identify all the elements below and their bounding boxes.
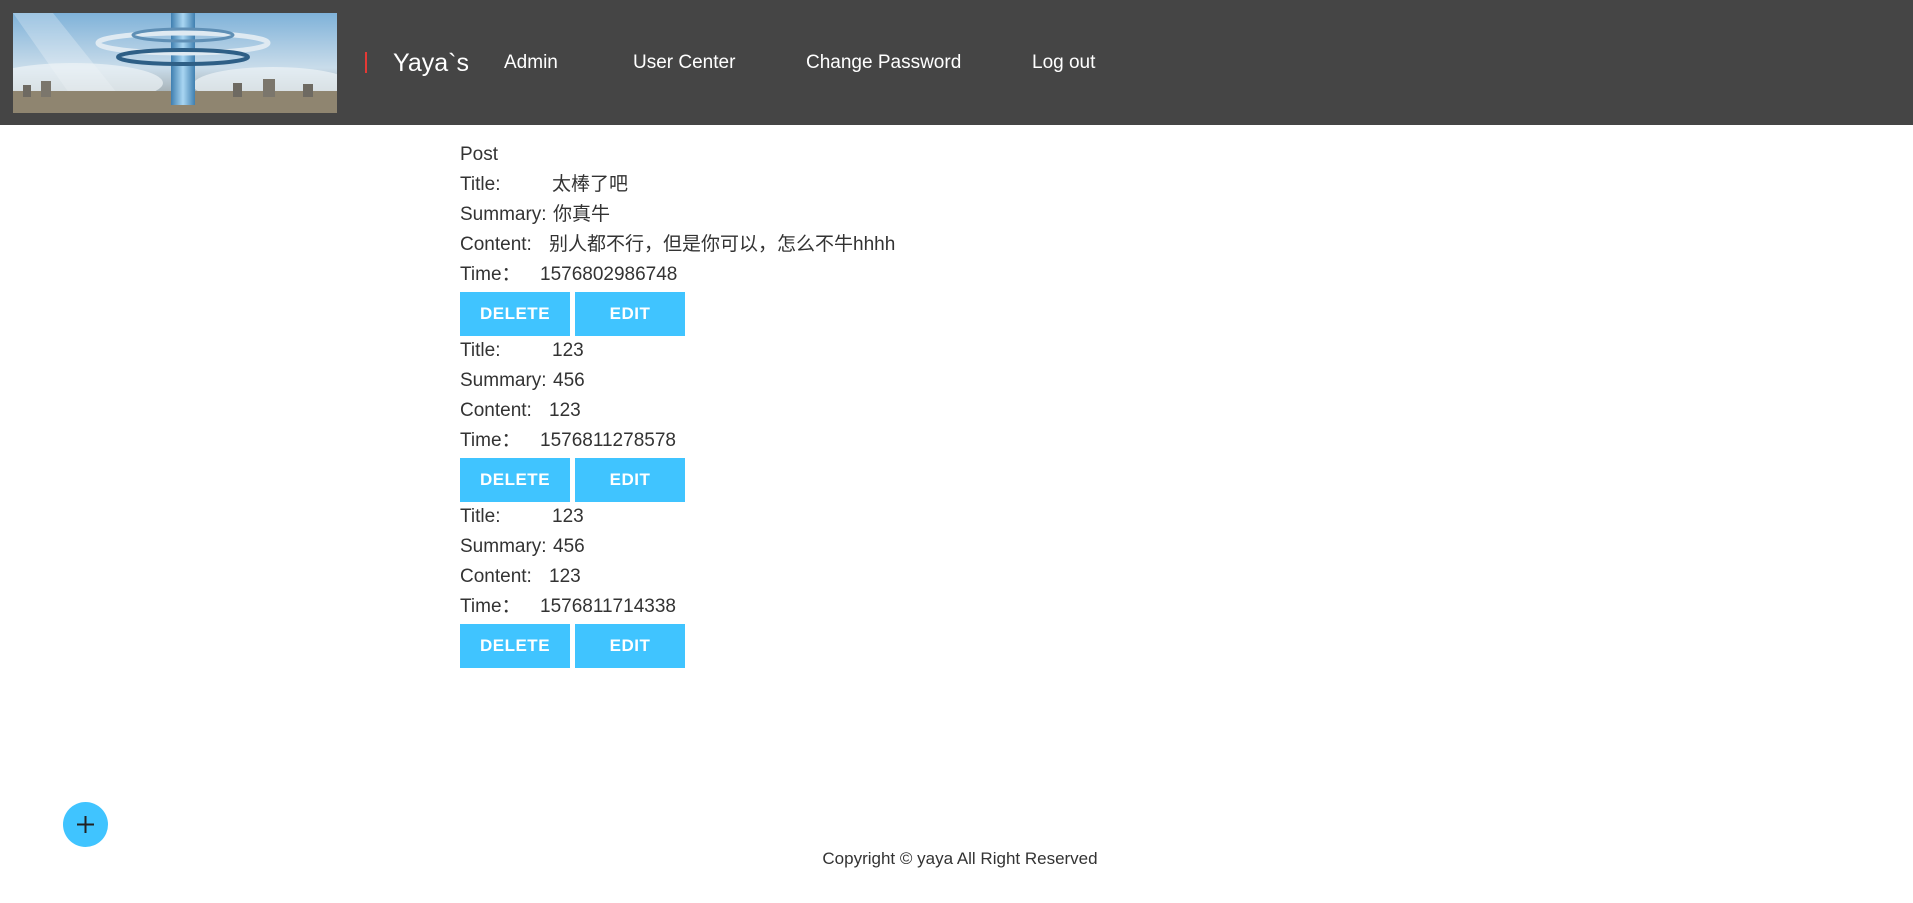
post-summary: 456	[553, 536, 585, 557]
post-item: Title: 123 Summary: 456 Content: 123 Tim…	[460, 336, 1160, 502]
post-title-row: Title: 123	[460, 502, 1160, 532]
post-summary: 你真牛	[553, 204, 611, 225]
add-post-button[interactable]	[63, 802, 108, 847]
post-time-row: Time： 1576811714338	[460, 592, 1160, 622]
plus-icon	[77, 816, 94, 833]
time-label: Time：	[460, 264, 521, 285]
banner-illustration	[13, 13, 337, 113]
post-actions: DELETE EDIT	[460, 292, 1160, 336]
edit-button[interactable]: EDIT	[575, 458, 685, 502]
content-label: Content:	[460, 400, 532, 421]
footer-copyright: Copyright © yaya All Right Reserved	[822, 849, 1098, 868]
content-label: Content:	[460, 234, 532, 255]
edit-button[interactable]: EDIT	[575, 292, 685, 336]
post-time: 1576811278578	[540, 430, 676, 451]
post-title-row: Title: 太棒了吧	[460, 170, 1160, 200]
banner-image	[13, 13, 337, 113]
post-content: 别人都不行，但是你可以，怎么不牛hhhh	[549, 234, 896, 255]
time-label: Time：	[460, 596, 521, 617]
post-content: 123	[549, 566, 581, 587]
post-time-row: Time： 1576802986748	[460, 260, 1160, 290]
post-actions: DELETE EDIT	[460, 624, 1160, 668]
post-content: 123	[549, 400, 581, 421]
post-summary-row: Summary: 你真牛	[460, 200, 1160, 230]
post-item: Title: 123 Summary: 456 Content: 123 Tim…	[460, 502, 1160, 668]
delete-button[interactable]: DELETE	[460, 292, 570, 336]
title-label: Title:	[460, 506, 501, 527]
summary-label: Summary:	[460, 370, 547, 391]
brand-divider	[365, 52, 367, 73]
header: Yaya`s Admin User Center Change Password…	[0, 0, 1913, 125]
title-label: Title:	[460, 174, 501, 195]
summary-label: Summary:	[460, 204, 547, 225]
post-content-row: Content: 123	[460, 396, 1160, 426]
section-title: Post	[460, 144, 499, 165]
post-item: Title: 太棒了吧 Summary: 你真牛 Content: 别人都不行，…	[460, 170, 1160, 336]
post-time: 1576811714338	[540, 596, 676, 617]
post-time: 1576802986748	[540, 264, 678, 285]
nav-user-center[interactable]: User Center	[633, 50, 735, 76]
post-title: 123	[552, 340, 584, 361]
post-content-row: Content: 别人都不行，但是你可以，怎么不牛hhhh	[460, 230, 1160, 260]
nav-change-password[interactable]: Change Password	[806, 50, 961, 76]
edit-button[interactable]: EDIT	[575, 624, 685, 668]
post-summary-row: Summary: 456	[460, 366, 1160, 396]
nav-log-out[interactable]: Log out	[1032, 50, 1095, 76]
time-label: Time：	[460, 430, 521, 451]
summary-label: Summary:	[460, 536, 547, 557]
delete-button[interactable]: DELETE	[460, 624, 570, 668]
post-title: 123	[552, 506, 584, 527]
post-title: 太棒了吧	[552, 174, 629, 195]
delete-button[interactable]: DELETE	[460, 458, 570, 502]
post-summary-row: Summary: 456	[460, 532, 1160, 562]
post-content-row: Content: 123	[460, 562, 1160, 592]
brand-title[interactable]: Yaya`s	[393, 46, 469, 80]
post-time-row: Time： 1576811278578	[460, 426, 1160, 456]
post-title-row: Title: 123	[460, 336, 1160, 366]
nav-admin[interactable]: Admin	[504, 50, 558, 76]
content-label: Content:	[460, 566, 532, 587]
post-list: Post Title: 太棒了吧 Summary: 你真牛 Content: 别…	[460, 140, 1160, 668]
post-summary: 456	[553, 370, 585, 391]
title-label: Title:	[460, 340, 501, 361]
post-actions: DELETE EDIT	[460, 458, 1160, 502]
